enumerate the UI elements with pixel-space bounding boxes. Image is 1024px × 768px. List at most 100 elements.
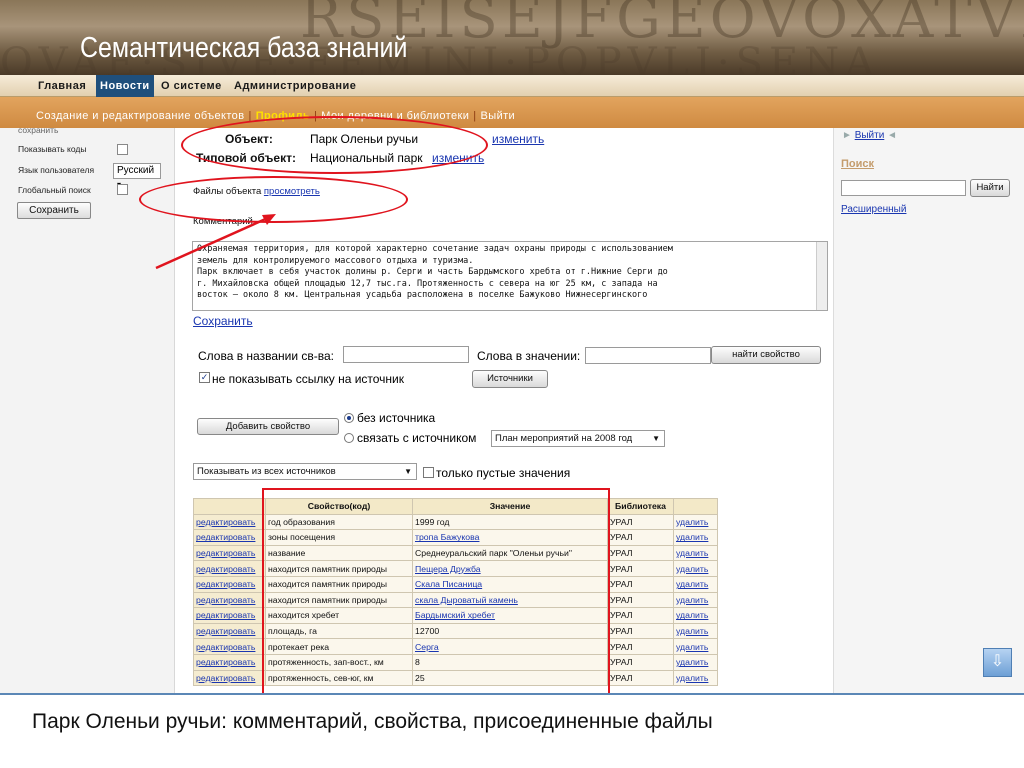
delete-link[interactable]: удалить	[676, 517, 708, 527]
edit-link[interactable]: редактировать	[196, 579, 255, 589]
delete-cell: удалить	[673, 560, 718, 577]
delete-link[interactable]: удалить	[676, 657, 708, 667]
triangle-left-icon: ◄	[887, 130, 897, 141]
edit-cell: редактировать	[193, 513, 266, 531]
user-language-select[interactable]: Русский ▾	[113, 163, 161, 189]
logout-row: ► Выйти ◄	[842, 130, 897, 141]
nav-item-news[interactable]: Новости	[96, 75, 154, 97]
sources-button[interactable]: Источники	[472, 370, 548, 388]
advanced-search-link[interactable]: Расширенный	[841, 204, 906, 215]
delete-link[interactable]: удалить	[676, 610, 708, 620]
subnav-item-create-edit[interactable]: Создание и редактирование объектов	[36, 110, 244, 122]
words-in-name-label: Слова в названии св-ва:	[198, 349, 335, 363]
user-language-label: Язык пользователя	[18, 165, 95, 175]
only-empty-checkbox[interactable]	[423, 467, 434, 478]
chevron-down-icon: ▼	[652, 434, 660, 443]
find-property-button[interactable]: найти свойство	[711, 346, 821, 364]
edit-link[interactable]: редактировать	[196, 626, 255, 636]
slide-caption: Парк Оленьи ручьи: комментарий, свойства…	[32, 710, 713, 733]
source-plan-select[interactable]: План мероприятий на 2008 год ▼	[491, 430, 665, 447]
edit-link[interactable]: редактировать	[196, 548, 255, 558]
delete-cell: удалить	[673, 529, 718, 546]
delete-cell: удалить	[673, 591, 718, 609]
edit-cell: редактировать	[193, 607, 266, 624]
show-codes-checkbox[interactable]	[117, 144, 128, 155]
no-source-link-checkbox[interactable]: ✓	[199, 372, 210, 383]
delete-link[interactable]: удалить	[676, 626, 708, 636]
find-button[interactable]: Найти	[970, 179, 1010, 197]
edit-link[interactable]: редактировать	[196, 564, 255, 574]
annotation-ellipse-object	[181, 116, 488, 174]
subnav-item-logout[interactable]: Выйти	[481, 110, 516, 122]
library-cell: УРАЛ	[607, 669, 674, 687]
library-cell: УРАЛ	[607, 560, 674, 577]
no-source-link-label: не показывать ссылку на источник	[212, 372, 405, 386]
annotation-box-properties	[262, 488, 610, 700]
nav-item-admin[interactable]: Администрирование	[230, 75, 360, 97]
edit-cell: редактировать	[193, 638, 266, 655]
left-settings-panel: сохранить Показывать коды Язык пользоват…	[0, 125, 175, 693]
scroll-down-icon[interactable]: ⇩	[983, 648, 1012, 677]
delete-link[interactable]: удалить	[676, 579, 708, 589]
source-filter-select[interactable]: Показывать из всех источников ▼	[193, 463, 417, 480]
radio-no-source[interactable]	[344, 413, 354, 423]
save-comment-link[interactable]: Сохранить	[193, 314, 253, 328]
header-delete	[673, 498, 718, 515]
delete-cell: удалить	[673, 513, 718, 531]
edit-link[interactable]: редактировать	[196, 642, 255, 652]
save-settings-button[interactable]: Сохранить	[17, 202, 91, 219]
site-banner: RSEISEJFGEOVOXATVIVE SEFEIS QVAE·SIVE·FE…	[0, 0, 1024, 75]
add-property-button[interactable]: Добавить свойство	[197, 418, 339, 435]
edit-link[interactable]: редактировать	[196, 657, 255, 667]
edit-cell: редактировать	[193, 669, 266, 687]
edit-cell: редактировать	[193, 560, 266, 577]
delete-cell: удалить	[673, 607, 718, 624]
library-cell: УРАЛ	[607, 529, 674, 546]
delete-cell: удалить	[673, 575, 718, 593]
triangle-right-icon: ►	[842, 130, 852, 141]
logout-link[interactable]: Выйти	[855, 130, 885, 141]
edit-link[interactable]: редактировать	[196, 532, 255, 542]
comment-scrollbar[interactable]	[816, 242, 827, 310]
truncated-label: сохранить	[18, 125, 59, 135]
radio-with-source-label: связать с источником	[357, 431, 477, 445]
header-edit	[193, 498, 266, 515]
delete-link[interactable]: удалить	[676, 673, 708, 683]
edit-link[interactable]: редактировать	[196, 610, 255, 620]
delete-link[interactable]: удалить	[676, 642, 708, 652]
radio-with-source[interactable]	[344, 433, 354, 443]
main-nav: Главная Новости О системе Администрирова…	[0, 75, 1024, 97]
only-empty-label: только пустые значения	[436, 466, 571, 480]
library-cell: УРАЛ	[607, 544, 674, 562]
global-search-checkbox[interactable]	[117, 184, 128, 195]
edit-cell: редактировать	[193, 653, 266, 671]
nav-item-home[interactable]: Главная	[34, 75, 90, 97]
global-search-label: Глобальный поиск	[18, 185, 91, 195]
change-object-link[interactable]: изменить	[492, 132, 544, 146]
edit-link[interactable]: редактировать	[196, 517, 255, 527]
search-title: Поиск	[841, 158, 875, 170]
sub-nav: Создание и редактирование объектов | Профи…	[0, 97, 1024, 128]
edit-cell: редактировать	[193, 544, 266, 562]
words-in-value-input[interactable]	[585, 347, 711, 364]
delete-cell: удалить	[673, 638, 718, 655]
header-library: Библиотека	[607, 498, 674, 515]
search-input[interactable]	[841, 180, 966, 196]
edit-link[interactable]: редактировать	[196, 673, 255, 683]
delete-link[interactable]: удалить	[676, 532, 708, 542]
library-cell: УРАЛ	[607, 591, 674, 609]
show-codes-label: Показывать коды	[18, 144, 87, 154]
nav-item-about[interactable]: О системе	[157, 75, 226, 97]
chevron-down-icon: ▼	[404, 467, 412, 476]
delete-link[interactable]: удалить	[676, 564, 708, 574]
edit-link[interactable]: редактировать	[196, 595, 255, 605]
delete-cell: удалить	[673, 669, 718, 687]
edit-cell: редактировать	[193, 575, 266, 593]
delete-link[interactable]: удалить	[676, 595, 708, 605]
delete-link[interactable]: удалить	[676, 548, 708, 558]
library-cell: УРАЛ	[607, 653, 674, 671]
words-in-name-input[interactable]	[343, 346, 469, 363]
site-title: Семантическая база знаний	[80, 32, 408, 64]
edit-cell: редактировать	[193, 591, 266, 609]
library-cell: УРАЛ	[607, 575, 674, 593]
